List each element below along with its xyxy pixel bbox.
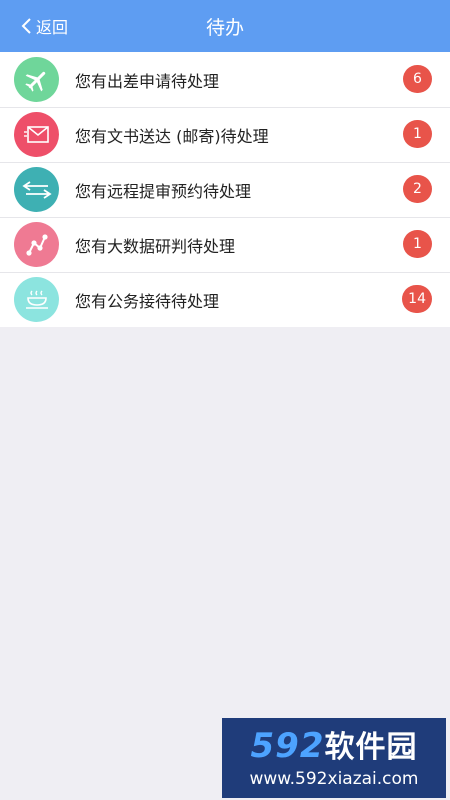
list-item-document-delivery[interactable]: 您有 文书送达 (邮寄) 待处理 1	[0, 107, 450, 162]
mail-icon	[14, 112, 59, 157]
count-badge: 6	[403, 65, 432, 93]
page-title: 待办	[205, 16, 244, 39]
chevron-left-icon	[21, 18, 31, 34]
data-trend-icon	[14, 222, 59, 267]
airplane-icon	[14, 57, 59, 102]
back-label: 返回	[36, 18, 69, 37]
list-item-text: 您有 远程提审预约 待处理	[75, 181, 252, 201]
coffee-cup-icon	[14, 277, 59, 322]
list-item-text: 您有 文书送达 (邮寄) 待处理	[75, 126, 269, 146]
count-badge: 1	[403, 230, 432, 258]
count-badge: 2	[403, 175, 432, 203]
count-badge: 14	[402, 285, 432, 313]
navigation-bar: 返回 待办	[0, 0, 450, 52]
list-item-text: 您有 大数据研判 待处理	[75, 236, 236, 256]
list-item-remote-arraignment[interactable]: 您有 远程提审预约 待处理 2	[0, 162, 450, 217]
list-item-big-data[interactable]: 您有 大数据研判 待处理 1	[0, 217, 450, 272]
site-watermark: 592软件园 www.592xiazai.com	[222, 718, 446, 798]
list-item-business-trip[interactable]: 您有 出差申请 待处理 6	[0, 52, 450, 107]
back-button[interactable]: 返回	[20, 0, 68, 52]
count-badge: 1	[403, 120, 432, 148]
list-item-official-reception[interactable]: 您有 公务接待 待处理 14	[0, 272, 450, 327]
todo-list: 您有 出差申请 待处理 6 您有 文书送达 (邮寄) 待处理 1 您有 远程提审…	[0, 52, 450, 327]
list-item-text: 您有 出差申请 待处理	[75, 71, 220, 91]
watermark-logo: 592软件园	[250, 726, 418, 766]
list-item-text: 您有 公务接待 待处理	[75, 291, 220, 311]
exchange-arrows-icon	[14, 167, 59, 212]
watermark-url: www.592xiazai.com	[249, 769, 419, 789]
